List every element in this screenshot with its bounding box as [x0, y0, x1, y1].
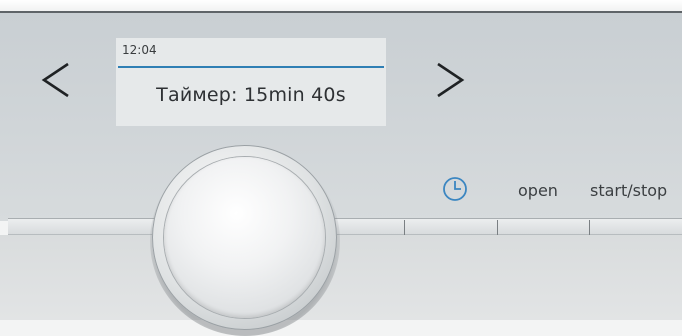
chevron-right-icon: [437, 62, 465, 98]
timer-readout: Таймер: 15min 40s: [156, 84, 346, 106]
button-divider: [589, 220, 590, 235]
prev-button[interactable]: [38, 58, 78, 102]
open-button[interactable]: open: [518, 181, 558, 200]
start-stop-button[interactable]: start/stop: [590, 181, 667, 200]
timer-button[interactable]: [442, 176, 468, 206]
chevron-left-icon: [41, 62, 69, 98]
clock-icon: [443, 177, 467, 201]
button-divider: [404, 220, 405, 235]
display-accent-line: [118, 66, 384, 68]
button-divider: [497, 220, 498, 235]
next-button[interactable]: [436, 58, 476, 102]
rotary-knob[interactable]: [164, 157, 325, 318]
lower-panel: [0, 235, 682, 320]
clock-time: 12:04: [122, 43, 157, 57]
button-rail: [8, 218, 682, 235]
